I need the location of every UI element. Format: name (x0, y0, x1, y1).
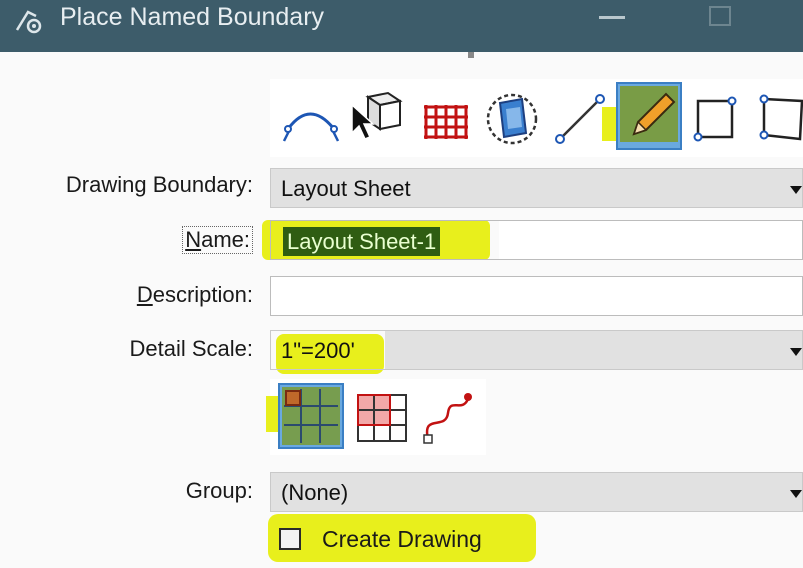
create-drawing-checkbox[interactable] (279, 528, 301, 550)
title-bar: Place Named Boundary (0, 0, 803, 52)
from-grid-icon[interactable] (416, 85, 474, 149)
group-label: Group: (185, 478, 253, 503)
group-value: (None) (281, 480, 349, 505)
drawing-boundary-dropdown[interactable]: Layout Sheet (270, 168, 803, 208)
chevron-down-icon (790, 490, 802, 498)
group-dropdown[interactable]: (None) (270, 472, 803, 512)
detail-scale-dropdown[interactable]: 1"=200' (270, 330, 803, 370)
drawing-boundary-label: Drawing Boundary: (65, 172, 253, 197)
name-label: Name: (182, 226, 253, 254)
grid-fill-mode-icon[interactable] (278, 383, 344, 449)
grid-pick-mode-icon[interactable] (350, 383, 416, 449)
name-field[interactable]: Layout Sheet-1 (270, 220, 803, 260)
description-label: Description: (136, 282, 253, 307)
from-route-icon[interactable] (280, 85, 342, 149)
chevron-down-icon (790, 348, 802, 356)
detail-scale-label: Detail Scale: (129, 336, 253, 361)
minimize-button[interactable] (599, 16, 625, 19)
shape-icon[interactable] (752, 85, 803, 149)
name-field-value: Layout Sheet-1 (283, 227, 441, 256)
drawing-boundary-value: Layout Sheet (281, 176, 411, 201)
method-toolbar (270, 79, 803, 157)
from-line-icon[interactable] (550, 85, 610, 149)
detail-scale-value: 1"=200' (281, 338, 355, 363)
create-drawing-label: Create Drawing (322, 526, 482, 552)
splitter-handle[interactable] (468, 52, 474, 58)
window-title: Place Named Boundary (60, 3, 325, 31)
from-view-icon[interactable] (482, 85, 542, 149)
curve-mode-icon[interactable] (418, 383, 484, 449)
chevron-down-icon (790, 186, 802, 194)
rectangle-icon[interactable] (688, 85, 742, 149)
pencil-icon[interactable] (616, 82, 682, 150)
from-element-icon[interactable] (346, 85, 406, 149)
maximize-button[interactable] (709, 6, 731, 26)
description-field[interactable] (270, 276, 803, 316)
place-boundary-icon (14, 6, 48, 36)
